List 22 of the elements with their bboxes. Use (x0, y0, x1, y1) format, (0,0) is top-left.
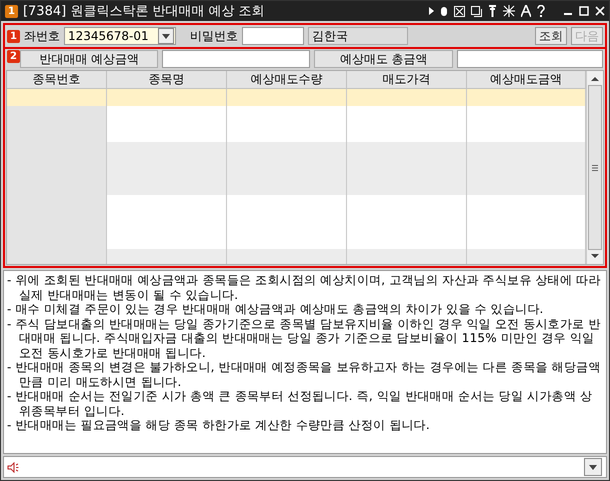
search-button[interactable]: 조회 (535, 27, 567, 45)
customer-name: 김한국 (308, 27, 408, 45)
password-label: 비밀번호 (190, 28, 238, 44)
column-header[interactable]: 예상매도수량 (227, 71, 347, 89)
account-dropdown[interactable]: 12345678-01 (64, 27, 176, 45)
section-badge: 1 (7, 30, 20, 42)
section-badge: 2 (7, 50, 20, 63)
note-text: - 주식 담보대출의 반대매매는 당일 종가기준으로 종목별 담보유지비율 이하인 경우 익일 오전 동시호가로 반대매매 됩니다. 주식매입자금 대출의 반대매매는 당일 종가 기준으로 담보비율이 115% 미만인 경우 익일 오전 동시호가로 반대매매 됩니다. (7, 316, 602, 360)
note-text: - 반대매매 종목의 변경은 불가하오니, 반대매매 예정종목을 보유하고자 하는 경우에는 다른 종목을 해당금액 만큼 미리 매도하시면 됩니다. (7, 360, 602, 389)
window-number-badge: 1 (5, 4, 18, 18)
note-text: - 위에 조회된 반대매매 예상금액과 종목들은 조회시점의 예상치이며, 고객님의 자산과 주식보유 상태에 따라 실제 반대매매는 변동이 될 수 있습니다. (7, 273, 602, 302)
expected-amount-label: 반대매매 예상금액 (20, 50, 158, 68)
expected-sell-total-label: 예상매도 총금액 (314, 50, 453, 68)
column-header[interactable]: 예상매도금액 (467, 71, 586, 89)
column-header[interactable]: 매도가격 (347, 71, 467, 89)
note-text: - 매수 미체결 주문이 있는 경우 반대매매 예상금액과 예상매도 총금액의 차이가 있을 수 있습니다. (7, 302, 545, 316)
note-text: - 반대매매 순서는 전일기준 시가 총액 큰 종목부터 선정됩니다. 즉, 익일 반대매매 순서는 당일 시가총액 상위종목부터 입니다. (7, 389, 594, 418)
note-text: - 반대매매는 필요금액을 해당 종목 하한가로 계산한 수량만큼 산정이 됩니다. (7, 418, 431, 432)
column-header[interactable]: 종목명 (107, 71, 227, 89)
window-title: [7384] 원클릭스탁론 반대매매 예상 조회 (22, 3, 266, 20)
account-label: 좌번호 (24, 28, 60, 44)
column-header[interactable]: 종목번호 (7, 71, 107, 89)
